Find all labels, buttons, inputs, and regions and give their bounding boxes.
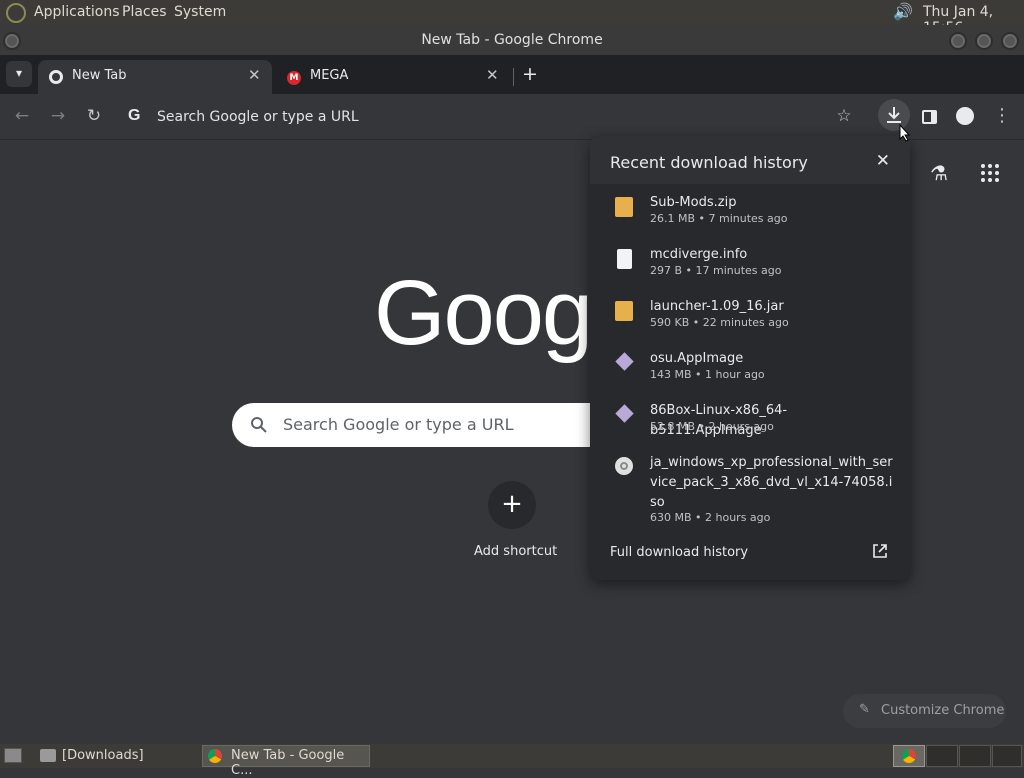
tab-divider xyxy=(513,68,514,86)
download-filename: Sub-Mods.zip xyxy=(650,195,737,210)
mouse-cursor-icon xyxy=(899,124,911,142)
download-filename: osu.AppImage xyxy=(650,351,744,366)
close-window-button[interactable] xyxy=(1001,32,1019,50)
search-icon xyxy=(251,417,267,433)
tab-search-button[interactable]: ▾ xyxy=(6,61,32,87)
chevron-down-icon: ▾ xyxy=(15,66,23,80)
side-panel-icon[interactable] xyxy=(922,110,937,124)
forward-icon[interactable]: → xyxy=(46,104,70,128)
file-icon xyxy=(617,249,632,269)
workspace-switcher[interactable] xyxy=(926,745,958,767)
download-meta: 297 B • 17 minutes ago xyxy=(650,264,782,277)
ntp-search-placeholder: Search Google or type a URL xyxy=(283,415,514,434)
download-filename: mcdiverge.info xyxy=(650,247,748,262)
maximize-button[interactable] xyxy=(975,32,993,50)
profile-avatar-icon[interactable] xyxy=(956,107,974,125)
downloads-bubble: Recent download history ✕ Sub-Mods.zip 2… xyxy=(590,136,910,580)
new-tab-icon[interactable]: + xyxy=(522,63,538,85)
chrome-icon xyxy=(208,749,222,763)
taskbar-item-downloads[interactable]: [Downloads] xyxy=(62,748,144,763)
download-item[interactable]: osu.AppImage 143 MB • 1 hour ago xyxy=(590,349,910,389)
workspace-switcher-active[interactable] xyxy=(893,745,925,767)
full-download-history-link[interactable]: Full download history xyxy=(610,545,748,560)
places-menu[interactable]: Places xyxy=(122,4,167,20)
download-item[interactable]: ja_windows_xp_professional_with_service_… xyxy=(590,453,910,529)
close-tab-icon[interactable]: ✕ xyxy=(486,66,499,84)
download-item[interactable]: 86Box-Linux-x86_64-b5111.AppImage 52.8 M… xyxy=(590,401,910,441)
mega-icon: M xyxy=(287,71,301,85)
applications-menu[interactable]: Applications xyxy=(34,4,120,20)
bookmark-star-icon[interactable]: ☆ xyxy=(832,104,856,128)
tab-label: New Tab xyxy=(72,68,127,83)
download-filename: launcher-1.09_16.jar xyxy=(650,299,784,314)
download-filename: ja_windows_xp_professional_with_service_… xyxy=(650,455,893,510)
minimize-button[interactable] xyxy=(949,32,967,50)
download-meta: 52.8 MB • 2 hours ago xyxy=(650,420,774,433)
toolbar: ← → ↻ G Search Google or type a URL ☆ ⋮ xyxy=(0,94,1024,140)
pencil-icon: ✎ xyxy=(859,702,870,717)
tab-label: MEGA xyxy=(310,68,349,83)
system-menu[interactable]: System xyxy=(174,4,226,20)
archive-icon xyxy=(615,301,633,321)
tab-strip: ▾ New Tab ✕ M MEGA ✕ + xyxy=(0,55,1024,94)
show-desktop-icon[interactable] xyxy=(4,748,22,763)
labs-flask-icon[interactable]: ⚗ xyxy=(930,161,948,185)
chrome-icon xyxy=(902,749,916,763)
top-panel: Applications Places System 🔊 Thu Jan 4, … xyxy=(0,0,1024,36)
download-item[interactable]: launcher-1.09_16.jar 590 KB • 22 minutes… xyxy=(590,297,910,337)
download-meta: 26.1 MB • 7 minutes ago xyxy=(650,212,788,225)
download-meta: 143 MB • 1 hour ago xyxy=(650,368,765,381)
workspace-switcher[interactable] xyxy=(959,745,991,767)
close-tab-icon[interactable]: ✕ xyxy=(248,66,261,84)
taskbar: [Downloads] New Tab - Google C... xyxy=(0,744,1024,778)
taskbar-item-label: New Tab - Google C... xyxy=(231,748,345,778)
taskbar-item-chrome[interactable]: New Tab - Google C... xyxy=(202,745,370,778)
add-shortcut-button[interactable]: + xyxy=(488,481,536,529)
reload-icon[interactable]: ↻ xyxy=(82,104,106,128)
more-menu-icon[interactable]: ⋮ xyxy=(990,104,1014,128)
customize-chrome-button[interactable]: ✎ Customize Chrome xyxy=(843,694,1006,728)
chrome-icon xyxy=(49,70,63,84)
appimage-icon xyxy=(615,352,634,371)
appimage-icon xyxy=(615,404,634,423)
tab-mega[interactable]: M MEGA ✕ xyxy=(276,60,510,94)
volume-icon[interactable]: 🔊 xyxy=(893,2,913,21)
folder-icon xyxy=(40,749,56,762)
google-logo: Goog xyxy=(374,262,593,364)
download-item[interactable]: Sub-Mods.zip 26.1 MB • 7 minutes ago xyxy=(590,193,910,233)
gnome-foot-icon[interactable] xyxy=(6,3,26,23)
downloads-title: Recent download history xyxy=(610,153,808,172)
window-titlebar: New Tab - Google Chrome xyxy=(0,25,1024,55)
google-apps-icon[interactable] xyxy=(980,163,1000,183)
window-title: New Tab - Google Chrome xyxy=(421,32,603,48)
downloads-header: Recent download history ✕ xyxy=(590,136,910,184)
omnibox-input[interactable]: Search Google or type a URL xyxy=(157,109,359,125)
customize-label: Customize Chrome xyxy=(881,703,1005,718)
open-in-new-icon[interactable] xyxy=(872,543,888,559)
tab-new-tab[interactable]: New Tab ✕ xyxy=(38,60,272,94)
workspace-switcher[interactable] xyxy=(992,745,1022,767)
download-meta: 590 KB • 22 minutes ago xyxy=(650,316,789,329)
google-g-icon: G xyxy=(128,107,141,124)
disc-icon xyxy=(615,457,633,475)
archive-icon xyxy=(615,197,633,217)
window-menu-button[interactable] xyxy=(3,32,21,50)
downloads-footer[interactable]: Full download history xyxy=(590,534,910,580)
download-meta: 630 MB • 2 hours ago xyxy=(650,511,771,524)
close-icon[interactable]: ✕ xyxy=(876,151,890,171)
download-item[interactable]: mcdiverge.info 297 B • 17 minutes ago xyxy=(590,245,910,285)
add-shortcut-label: Add shortcut xyxy=(474,544,558,559)
back-icon[interactable]: ← xyxy=(10,104,34,128)
